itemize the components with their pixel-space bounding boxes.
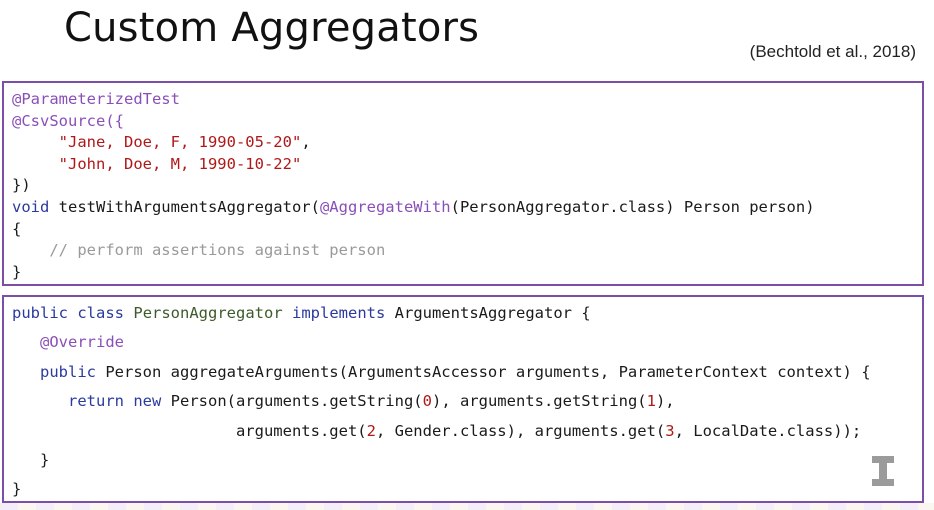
code-line: // perform assertions against person bbox=[12, 240, 922, 262]
code-text: arguments.get( bbox=[235, 421, 367, 440]
code-line: } bbox=[12, 262, 922, 284]
code-text: ), bbox=[655, 392, 675, 411]
slide-title: Custom Aggregators bbox=[64, 5, 480, 51]
code-line: @ParameterizedTest bbox=[12, 89, 922, 111]
number-literal: 1 bbox=[646, 392, 656, 411]
decorative-strip bbox=[0, 503, 934, 510]
code-text: Person(arguments.getString( bbox=[161, 392, 423, 411]
code-text: , Gender.class), arguments.get( bbox=[375, 421, 666, 440]
code-line: void testWithArgumentsAggregator(@Aggreg… bbox=[12, 197, 922, 219]
annotation: @CsvSource({ bbox=[12, 111, 124, 130]
annotation: @Override bbox=[40, 333, 124, 352]
code-line: public class PersonAggregator implements… bbox=[12, 299, 922, 328]
code-line: "John, Doe, M, 1990-10-22" bbox=[12, 154, 922, 176]
code-text: ArgumentsAggregator { bbox=[385, 304, 591, 322]
code-line: { bbox=[12, 219, 922, 241]
number-literal: 0 bbox=[422, 392, 432, 411]
comment: // perform assertions against person bbox=[49, 241, 386, 260]
code-text: , LocalDate.class)); bbox=[674, 421, 862, 440]
keyword: void bbox=[12, 197, 50, 216]
citation: (Bechtold et al., 2018) bbox=[749, 42, 916, 61]
code-line: @CsvSource({ bbox=[12, 111, 922, 133]
number-literal: 3 bbox=[665, 421, 675, 440]
code-line: } bbox=[12, 475, 922, 504]
code-line: public Person aggregateArguments(Argumen… bbox=[12, 358, 922, 387]
code-text: } bbox=[12, 480, 22, 499]
code-line: } bbox=[12, 446, 922, 475]
code-line: @Override bbox=[12, 328, 922, 357]
keyword: implements bbox=[292, 304, 386, 322]
block-i-logo-icon bbox=[872, 456, 894, 486]
string-literal: "John, Doe, M, 1990-10-22" bbox=[58, 154, 302, 173]
code-text: (PersonAggregator.class) Person person) bbox=[450, 197, 815, 216]
code-block-aggregator: public class PersonAggregator implements… bbox=[2, 295, 924, 503]
code-text: , bbox=[301, 133, 311, 152]
code-text: }) bbox=[12, 176, 31, 195]
code-line: arguments.get(2, Gender.class), argument… bbox=[12, 417, 922, 446]
keyword: public bbox=[40, 362, 96, 381]
code-line: "Jane, Doe, F, 1990-05-20", bbox=[12, 132, 922, 154]
code-text: Person aggregateArguments(ArgumentsAcces… bbox=[96, 362, 871, 381]
keyword: class bbox=[77, 304, 125, 322]
code-text: } bbox=[12, 262, 22, 281]
code-block-test: @ParameterizedTest @CsvSource({ "Jane, D… bbox=[2, 81, 924, 286]
class-name: PersonAggregator bbox=[133, 304, 283, 322]
string-literal: "Jane, Doe, F, 1990-05-20" bbox=[58, 133, 302, 152]
code-text: { bbox=[12, 219, 22, 238]
keyword: return bbox=[68, 392, 124, 411]
annotation: @AggregateWith bbox=[319, 197, 451, 216]
number-literal: 2 bbox=[366, 421, 376, 440]
keyword: new bbox=[133, 392, 162, 411]
code-line: return new Person(arguments.getString(0)… bbox=[12, 387, 922, 416]
keyword: public bbox=[12, 304, 68, 322]
code-line: }) bbox=[12, 175, 922, 197]
annotation: @ParameterizedTest bbox=[12, 90, 180, 108]
code-text: ), arguments.getString( bbox=[431, 392, 647, 411]
code-text: } bbox=[12, 450, 50, 469]
code-text: testWithArgumentsAggregator( bbox=[49, 197, 320, 216]
